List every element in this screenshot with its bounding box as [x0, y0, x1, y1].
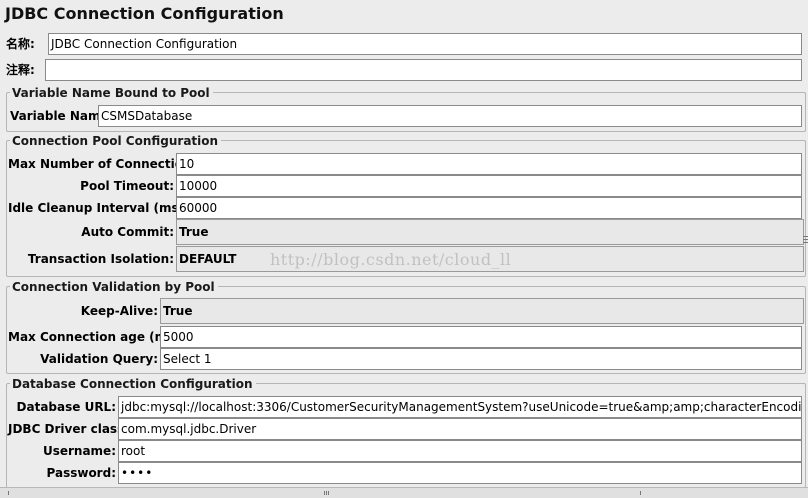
password-label: Password:: [46, 466, 117, 480]
database-url-row: Database URL: jdbc:mysql://localhost:330…: [0, 396, 808, 418]
watermark-text: http://blog.csdn.net/cloud_ll: [270, 250, 512, 269]
page-title: JDBC Connection Configuration: [5, 4, 284, 23]
username-row: Username: root: [0, 440, 808, 462]
max-age-input[interactable]: 5000: [160, 326, 802, 348]
driver-class-row: JDBC Driver class: com.mysql.jdbc.Driver: [0, 418, 808, 440]
splitter-grip-icon[interactable]: [803, 239, 808, 240]
variable-name-label: Variable Name:: [10, 109, 114, 123]
max-age-row: Max Connection age (ms): 5000: [0, 326, 808, 348]
scroll-grip-icon: [8, 491, 9, 495]
variable-name-input[interactable]: CSMSDatabase: [98, 105, 802, 127]
auto-commit-label: Auto Commit:: [81, 225, 174, 239]
scroll-grip-icon: [328, 491, 329, 495]
scroll-grip-icon: [324, 491, 325, 495]
variable-name-row: Variable Name: CSMSDatabase: [0, 105, 808, 127]
variable-name-legend: Variable Name Bound to Pool: [10, 86, 213, 100]
transaction-isolation-label: Transaction Isolation:: [27, 252, 174, 266]
validation-query-row: Validation Query: Select 1: [0, 348, 808, 370]
driver-class-label: JDBC Driver class:: [8, 422, 130, 436]
horizontal-scrollbar[interactable]: [0, 487, 808, 498]
scroll-grip-icon: [640, 491, 641, 495]
password-input[interactable]: ••••: [118, 462, 802, 484]
pool-config-legend: Connection Pool Configuration: [10, 134, 222, 148]
keep-alive-select[interactable]: True: [160, 298, 804, 324]
database-url-input[interactable]: jdbc:mysql://localhost:3306/CustomerSecu…: [118, 396, 802, 418]
name-input[interactable]: JDBC Connection Configuration: [48, 33, 802, 55]
pool-timeout-label: Pool Timeout:: [80, 179, 174, 193]
auto-commit-row: Auto Commit: True: [0, 219, 808, 245]
max-connections-input[interactable]: 10: [176, 153, 802, 175]
name-label: 名称:: [6, 37, 35, 51]
idle-cleanup-input[interactable]: 60000: [176, 197, 802, 219]
comment-input[interactable]: [45, 59, 802, 81]
username-label: Username:: [42, 444, 116, 458]
idle-cleanup-label: Idle Cleanup Interval (ms):: [8, 201, 189, 215]
keep-alive-label: Keep-Alive:: [80, 304, 158, 318]
name-row: 名称: JDBC Connection Configuration: [0, 33, 808, 55]
splitter-grip-icon[interactable]: [803, 242, 808, 243]
validation-legend: Connection Validation by Pool: [10, 280, 218, 294]
pool-timeout-input[interactable]: 10000: [176, 175, 802, 197]
max-connections-row: Max Number of Connections: 10: [0, 153, 808, 175]
keep-alive-row: Keep-Alive: True: [0, 298, 808, 324]
username-input[interactable]: root: [118, 440, 802, 462]
validation-query-label: Validation Query:: [40, 352, 158, 366]
password-row: Password: ••••: [0, 462, 808, 484]
auto-commit-select[interactable]: True: [176, 219, 804, 245]
pool-timeout-row: Pool Timeout: 10000: [0, 175, 808, 197]
validation-query-input[interactable]: Select 1: [160, 348, 802, 370]
scroll-grip-icon: [326, 491, 327, 495]
splitter-grip-icon[interactable]: [803, 236, 808, 237]
max-connections-label: Max Number of Connections:: [8, 157, 204, 171]
max-age-label: Max Connection age (ms):: [8, 330, 185, 344]
database-legend: Database Connection Configuration: [10, 377, 256, 391]
driver-class-input[interactable]: com.mysql.jdbc.Driver: [118, 418, 802, 440]
database-url-label: Database URL:: [16, 400, 116, 414]
comment-row: 注释:: [0, 59, 808, 81]
comment-label: 注释:: [6, 63, 35, 77]
idle-cleanup-row: Idle Cleanup Interval (ms): 60000: [0, 197, 808, 219]
